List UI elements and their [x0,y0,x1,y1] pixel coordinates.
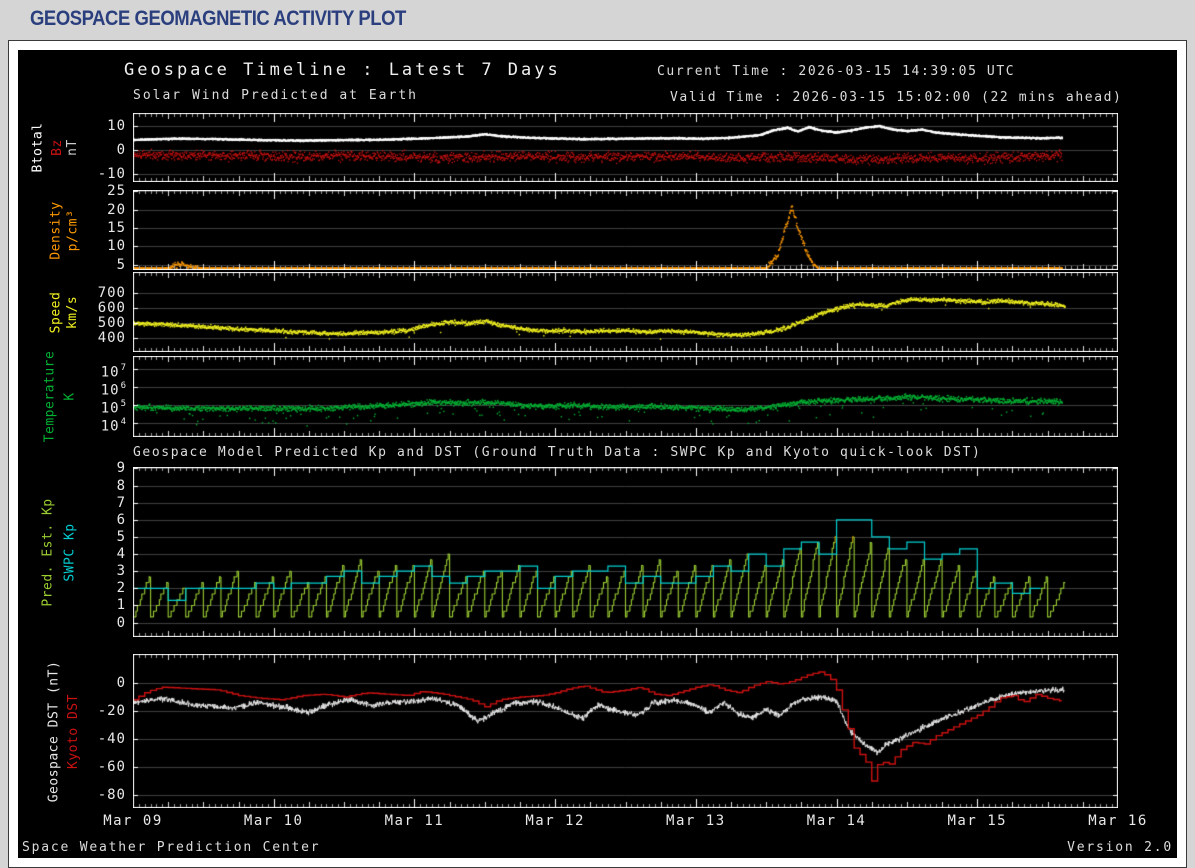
plot-main-title: Geospace Timeline : Latest 7 Days [124,60,561,80]
x-tick-label: Mar 15 [947,813,1008,829]
y-tick-label: 10 [107,238,126,255]
y-tick-label: 106 [100,380,127,399]
y-tick-label: -40 [97,730,126,747]
y-tick-label: 2 [116,580,126,597]
x-tick-label: Mar 10 [243,813,304,829]
solar-wind-subtitle: Solar Wind Predicted at Earth [133,88,418,103]
y-tick-label: 8 [116,477,126,494]
panel-dst-canvas [133,654,1118,808]
y-tick-label: 3 [116,563,126,580]
x-tick-label: Mar 11 [384,813,445,829]
y-tick-label: 25 [107,183,126,200]
panel-bfield-canvas [133,113,1118,182]
y-tick-label: 105 [100,398,127,417]
y-tick-label: 104 [100,416,127,435]
x-tick-label: Mar 12 [525,813,585,829]
page-title: GEOSPACE GEOMAGNETIC ACTIVITY PLOT [30,7,406,30]
plot-box: Geospace Timeline : Latest 7 Days Solar … [8,40,1187,868]
kp-section-title: Geospace Model Predicted Kp and DST (Gro… [133,445,982,460]
panel-density-canvas [133,190,1118,270]
y-tick-label: 1 [116,597,126,614]
current-time-label: Current Time : 2026-03-15 14:39:05 UTC [657,64,1016,79]
y-tick-label: -20 [97,702,126,719]
valid-time-label: Valid Time : 2026-03-15 15:02:00 (22 min… [670,90,1123,105]
y-tick-label: 0 [116,142,126,159]
panel-temp-canvas [133,356,1118,437]
geospace-plot-image: Geospace Timeline : Latest 7 Days Solar … [18,50,1177,858]
y-tick-label: -80 [97,786,126,803]
panel-kp-canvas [133,467,1118,637]
y-tick-label: 6 [116,511,126,528]
y-tick-label: 20 [107,201,126,218]
x-tick-label: Mar 13 [666,813,726,829]
y-tick-label: 15 [107,219,126,236]
y-tick-label: 5 [116,256,126,273]
x-tick-label: Mar 14 [806,813,867,829]
y-tick-label: 7 [116,494,126,511]
footer-version: Version 2.0 [1067,840,1173,855]
y-tick-label: 0 [116,674,126,691]
y-tick-label: 10 [107,117,126,134]
y-tick-label: -60 [97,758,126,775]
x-tick-label: Mar 09 [103,813,163,829]
footer-source: Space Weather Prediction Center [22,840,321,855]
x-tick-label: Mar 16 [1088,813,1148,829]
y-tick-label: 500 [97,314,126,331]
y-tick-label: 400 [97,329,126,346]
y-tick-label: 9 [116,460,126,477]
y-tick-label: -10 [97,166,126,183]
y-tick-label: 5 [116,528,126,545]
page-header: GEOSPACE GEOMAGNETIC ACTIVITY PLOT [0,0,1195,40]
y-tick-label: 0 [116,614,126,631]
y-tick-label: 107 [100,362,127,381]
panel-speed-canvas [133,272,1118,352]
y-tick-label: 4 [116,546,126,563]
y-tick-label: 600 [97,299,126,316]
y-tick-label: 700 [97,284,126,301]
